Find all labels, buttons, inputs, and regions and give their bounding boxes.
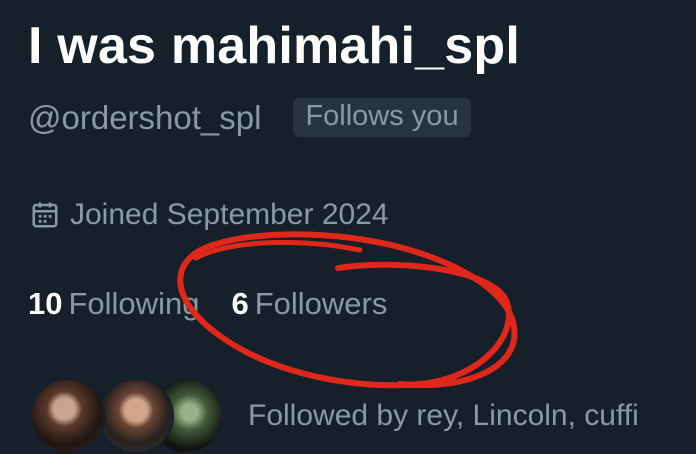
profile-handle: @ordershot_spl: [28, 98, 262, 136]
joined-date-row: Joined September 2024: [30, 198, 389, 232]
avatar: [98, 378, 174, 454]
followers-link[interactable]: 6 Followers: [231, 286, 387, 322]
followed-by-avatars: [28, 378, 228, 454]
joined-date-text: Joined September 2024: [70, 198, 389, 231]
following-link[interactable]: 10 Following: [28, 286, 199, 322]
followers-label: Followers: [254, 286, 388, 321]
follow-stats: 10 Following 6 Followers: [28, 286, 387, 322]
following-label: Following: [68, 286, 200, 321]
following-count: 10: [28, 286, 63, 321]
followers-count: 6: [231, 286, 249, 321]
followed-by-row[interactable]: Followed by rey, Lincoln, cuffi: [28, 378, 639, 454]
calendar-icon: [30, 200, 60, 230]
avatar: [30, 378, 106, 454]
follows-you-badge: Follows you: [293, 98, 471, 137]
followed-by-text: Followed by rey, Lincoln, cuffi: [248, 399, 639, 432]
handle-row: @ordershot_spl Follows you: [28, 98, 471, 137]
profile-display-name: I was mahimahi_spl: [28, 17, 521, 75]
